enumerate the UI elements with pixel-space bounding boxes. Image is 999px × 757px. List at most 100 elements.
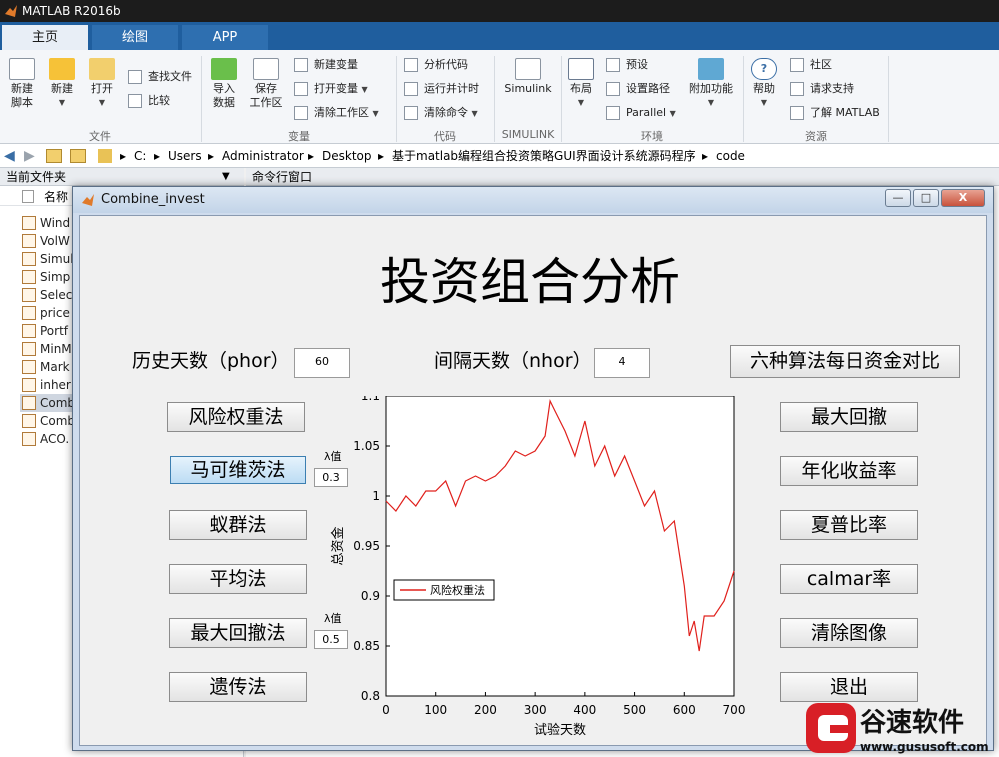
clear-commands-button[interactable]: 清除命令 ▼ <box>404 104 478 122</box>
breadcrumb-separator: ▸ <box>208 149 215 163</box>
new-button[interactable]: 新建 ▼ <box>44 58 80 110</box>
matlab-logo-icon <box>82 194 94 206</box>
gear-icon <box>606 58 620 72</box>
matlab-file-icon <box>22 396 36 410</box>
add-ons-icon <box>698 58 724 80</box>
watermark-brand: 谷速软件 <box>860 708 964 738</box>
new-variable-button[interactable]: 新建变量 <box>294 56 358 74</box>
analyze-code-button[interactable]: 分析代码 <box>404 56 468 74</box>
file-name: Simp <box>40 270 71 284</box>
y-tick-label: 1 <box>372 489 380 503</box>
browse-folder-icon[interactable] <box>70 149 86 163</box>
help-icon: ? <box>751 58 777 80</box>
sharpe-ratio-button[interactable]: 夏普比率 <box>780 510 918 540</box>
gususoft-logo-icon <box>806 703 856 753</box>
compare-six-algorithms-button[interactable]: 六种算法每日资金对比 <box>730 345 960 378</box>
risk-weight-button[interactable]: 风险权重法 <box>167 402 305 432</box>
help-button[interactable]: ? 帮助 ▼ <box>748 58 780 110</box>
address-bar: ◀ ▶ ▸ C: ▸ Users ▸ Administrator ▸ Deskt… <box>0 144 999 168</box>
breadcrumb-separator: ▸ <box>378 149 385 163</box>
y-tick-label: 0.8 <box>361 689 380 703</box>
annual-return-button[interactable]: 年化收益率 <box>780 456 918 486</box>
breadcrumb-separator: ▸ <box>308 149 315 163</box>
y-tick-label: 0.9 <box>361 589 380 603</box>
x-tick-label: 0 <box>382 703 390 717</box>
chevron-down-icon: ▼ <box>760 98 768 107</box>
find-files-button[interactable]: 查找文件 <box>128 68 192 86</box>
analyze-code-icon <box>404 58 418 72</box>
learn-matlab-button[interactable]: 了解 MATLAB <box>790 104 880 122</box>
clear-plot-button[interactable]: 清除图像 <box>780 618 918 648</box>
fund-chart[interactable]: 0 100 200 300 400 500 600 700 1.1 1.05 1 0.95 0.9 0.8… <box>316 396 756 746</box>
parallel-button[interactable]: Parallel ▼ <box>606 104 676 122</box>
breadcrumb-item[interactable]: Desktop <box>322 144 372 168</box>
matlab-file-icon <box>22 432 36 446</box>
new-script-button[interactable]: 新建 脚本 <box>4 58 40 110</box>
chevron-down-icon: ▼ <box>98 98 106 107</box>
breadcrumb-item[interactable]: Administrator <box>222 144 304 168</box>
group-label-simulink: SIMULINK <box>501 128 555 141</box>
tab-plots[interactable]: 绘图 <box>92 25 178 50</box>
figure-window: Combine_invest — □ X 投资组合分析 历史天数（phor） 6… <box>72 186 994 751</box>
breadcrumb-item[interactable]: 基于matlab编程组合投资策略GUI界面设计系统源码程序 <box>392 144 696 168</box>
figure-title-bar[interactable]: Combine_invest — □ X <box>73 187 993 213</box>
import-data-button[interactable]: 导入 数据 <box>206 58 242 110</box>
layout-button[interactable]: 布局 ▼ <box>566 58 596 110</box>
breadcrumb-separator: ▸ <box>154 149 161 163</box>
tab-apps[interactable]: APP <box>182 25 268 50</box>
breadcrumb-item[interactable]: C: <box>134 144 146 168</box>
breadcrumb-item[interactable]: code <box>716 144 745 168</box>
panel-menu-icon[interactable]: ▼ <box>222 168 230 186</box>
minimize-button[interactable]: — <box>885 189 911 207</box>
markowitz-button[interactable]: 马可维茨法 <box>170 456 306 484</box>
average-button[interactable]: 平均法 <box>169 564 307 594</box>
forward-arrow-icon[interactable]: ▶ <box>24 144 35 168</box>
breadcrumb-item[interactable]: Users <box>168 144 202 168</box>
exit-button[interactable]: 退出 <box>780 672 918 702</box>
open-variable-button[interactable]: 打开变量 ▼ <box>294 80 368 98</box>
clear-workspace-button[interactable]: 清除工作区 ▼ <box>294 104 379 122</box>
compare-button[interactable]: 比较 <box>128 92 170 110</box>
chevron-down-icon: ▼ <box>58 98 66 107</box>
folder-icon <box>98 149 112 163</box>
phor-input[interactable]: 60 <box>294 348 350 378</box>
folder-icon <box>89 58 115 80</box>
save-workspace-button[interactable]: 保存 工作区 <box>246 58 286 110</box>
chevron-down-icon: ▼ <box>577 98 585 107</box>
y-axis-label: 总资金 <box>330 526 346 565</box>
max-drawdown-button[interactable]: 最大回撤 <box>780 402 918 432</box>
community-button[interactable]: 社区 <box>790 56 832 74</box>
add-ons-button[interactable]: 附加功能 ▼ <box>686 58 736 110</box>
tab-home[interactable]: 主页 <box>2 25 88 50</box>
run-and-time-button[interactable]: 运行并计时 <box>404 80 479 98</box>
maximize-button[interactable]: □ <box>913 189 939 207</box>
matlab-file-icon <box>22 270 36 284</box>
file-name: VolW <box>40 234 70 248</box>
open-button[interactable]: 打开 ▼ <box>84 58 120 110</box>
preferences-button[interactable]: 预设 <box>606 56 648 74</box>
request-support-button[interactable]: 请求支持 <box>790 80 854 98</box>
clear-commands-icon <box>404 106 418 120</box>
nhor-input[interactable]: 4 <box>594 348 650 378</box>
genetic-button[interactable]: 遗传法 <box>169 672 307 702</box>
back-arrow-icon[interactable]: ◀ <box>4 144 15 168</box>
gususoft-watermark: 谷速软件 www.gususoft.com <box>806 703 989 754</box>
find-files-icon <box>128 70 142 84</box>
matlab-file-icon <box>22 360 36 374</box>
set-path-button[interactable]: 设置路径 <box>606 80 670 98</box>
up-folder-icon[interactable] <box>46 149 62 163</box>
layout-icon <box>568 58 594 80</box>
matlab-logo-icon <box>5 5 17 17</box>
file-column-icon <box>22 190 34 203</box>
simulink-button[interactable]: Simulink <box>500 58 556 96</box>
close-button[interactable]: X <box>941 189 985 207</box>
calmar-ratio-button[interactable]: calmar率 <box>780 564 918 594</box>
x-axis-label: 试验天数 <box>534 722 586 738</box>
nhor-label: 间隔天数（nhor） <box>434 350 592 372</box>
y-tick-label: 0.95 <box>353 539 380 553</box>
max-drawdown-method-button[interactable]: 最大回撤法 <box>169 618 307 648</box>
matlab-file-icon <box>22 342 36 356</box>
y-tick-label: 1.1 <box>361 396 380 403</box>
plot-area <box>385 396 735 697</box>
ant-colony-button[interactable]: 蚁群法 <box>169 510 307 540</box>
